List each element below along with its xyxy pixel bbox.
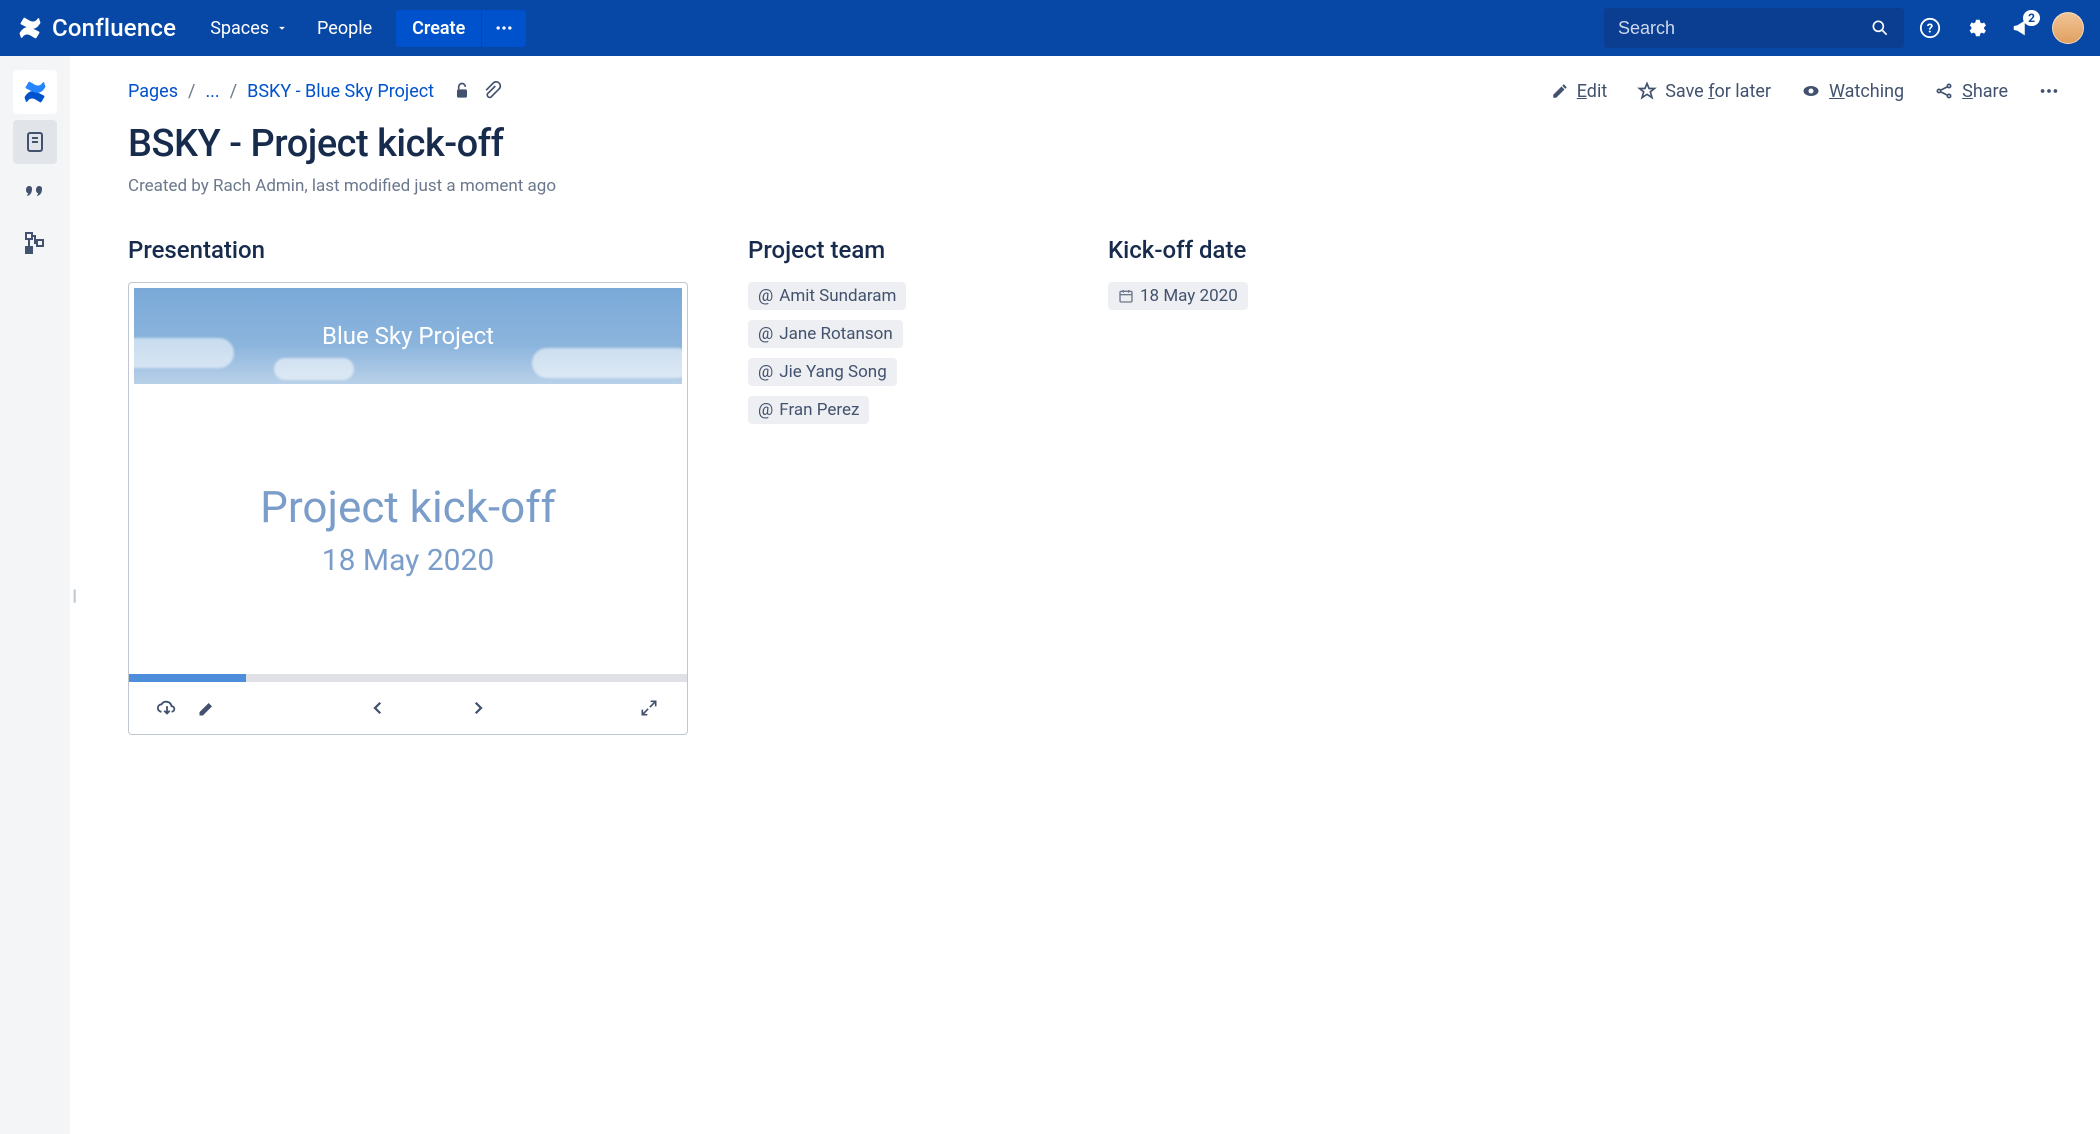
at-icon: @ [758,286,773,306]
create-more-button[interactable] [482,10,526,47]
mention-name: Jie Yang Song [779,362,886,382]
rail-resize-handle[interactable]: || [72,586,74,605]
at-icon: @ [758,400,773,420]
save-for-later-button[interactable]: Save for later [1637,81,1771,102]
create-button[interactable]: Create [396,10,481,47]
search-box[interactable] [1604,8,1904,48]
presentation-card: Blue Sky Project Project kick-off 18 May… [128,282,688,735]
chevron-down-icon [275,21,289,35]
gear-icon [1965,17,1987,39]
app-name: Confluence [52,14,176,42]
pencil-icon [1551,82,1569,100]
expand-icon [639,698,659,718]
section-presentation-heading: Presentation [128,236,688,264]
breadcrumb: Pages / ... / BSKY - Blue Sky Project [128,81,502,102]
mention-name: Amit Sundaram [779,286,896,306]
share-icon [1934,81,1954,101]
presentation-edit-button[interactable] [187,688,227,728]
presentation-fullscreen-button[interactable] [629,688,669,728]
rail-tree[interactable] [13,220,57,264]
svg-text:?: ? [1927,22,1933,37]
section-date-heading: Kick-off date [1108,236,1328,264]
breadcrumb-ellipsis[interactable]: ... [205,81,219,102]
calendar-icon [1118,288,1134,304]
nav-people[interactable]: People [303,10,386,47]
download-cloud-icon [156,697,178,719]
presentation-slide-date: 18 May 2020 [322,543,495,578]
edit-button[interactable]: Edit [1551,81,1608,102]
mention-chip[interactable]: @ Jie Yang Song [748,358,897,386]
nav-spaces-label: Spaces [210,18,269,39]
presentation-next-button[interactable] [458,688,498,728]
rail-blog[interactable] [13,170,57,214]
tree-icon [23,230,47,254]
presentation-download-button[interactable] [147,688,187,728]
user-avatar[interactable] [2052,12,2084,44]
create-label: Create [412,18,465,39]
app-logo[interactable]: Confluence [16,14,176,42]
presentation-body[interactable]: Project kick-off 18 May 2020 [134,384,682,674]
search-input[interactable] [1618,18,1870,39]
pencil-icon [197,698,217,718]
presentation-progress[interactable] [129,674,687,682]
quote-icon [23,180,47,204]
notifications-button[interactable]: 2 [2002,8,2042,48]
search-icon [1870,18,1890,38]
presentation-header-title: Blue Sky Project [322,322,494,350]
presentation-progress-fill [129,674,246,682]
rail-app-switcher[interactable] [13,70,57,114]
page-icon [23,130,47,154]
presentation-toolbar [129,682,687,734]
at-icon: @ [758,362,773,382]
presentation-prev-button[interactable] [358,688,398,728]
nav-spaces[interactable]: Spaces [196,10,303,47]
ellipsis-icon [2038,80,2060,102]
star-icon [1637,81,1657,101]
watch-button[interactable]: Watching [1801,81,1904,102]
date-chip[interactable]: 18 May 2020 [1108,282,1248,310]
mention-chip[interactable]: @ Amit Sundaram [748,282,906,310]
share-button[interactable]: Share [1934,81,2008,102]
rail-pages[interactable] [13,120,57,164]
mention-chip[interactable]: @ Fran Perez [748,396,869,424]
date-value: 18 May 2020 [1140,286,1238,306]
team-list: @ Amit Sundaram @ Jane Rotanson @ Jie Yang … [748,282,1048,434]
eye-icon [1801,81,1821,101]
top-nav: Confluence Spaces People Create ? 2 [0,0,2100,56]
breadcrumb-parent[interactable]: BSKY - Blue Sky Project [247,81,434,102]
restrictions-icon[interactable] [452,81,472,101]
mention-chip[interactable]: @ Jane Rotanson [748,320,903,348]
mention-name: Jane Rotanson [779,324,892,344]
nav-people-label: People [317,18,372,39]
left-rail: || [0,56,70,1134]
confluence-mark-icon [16,14,44,42]
attachments-icon[interactable] [482,81,502,101]
page-actions: Edit Save for later Watching Share [1551,80,2060,102]
breadcrumb-root[interactable]: Pages [128,81,178,102]
mention-name: Fran Perez [779,400,859,420]
more-actions-button[interactable] [2038,80,2060,102]
at-icon: @ [758,324,773,344]
presentation-slide-title: Project kick-off [260,481,556,533]
chevron-left-icon [369,699,387,717]
confluence-mark-icon [21,78,49,106]
page-title: BSKY - Project kick-off [128,122,2060,166]
settings-button[interactable] [1956,8,1996,48]
notification-badge: 2 [2023,10,2040,26]
ellipsis-icon [494,18,514,38]
help-button[interactable]: ? [1910,8,1950,48]
page-meta: Created by Rach Admin, last modified jus… [128,176,2060,196]
section-team-heading: Project team [748,236,1048,264]
main-content: Pages / ... / BSKY - Blue Sky Project Ed… [70,56,2100,1134]
help-icon: ? [1919,17,1941,39]
presentation-header: Blue Sky Project [134,288,682,384]
chevron-right-icon [469,699,487,717]
